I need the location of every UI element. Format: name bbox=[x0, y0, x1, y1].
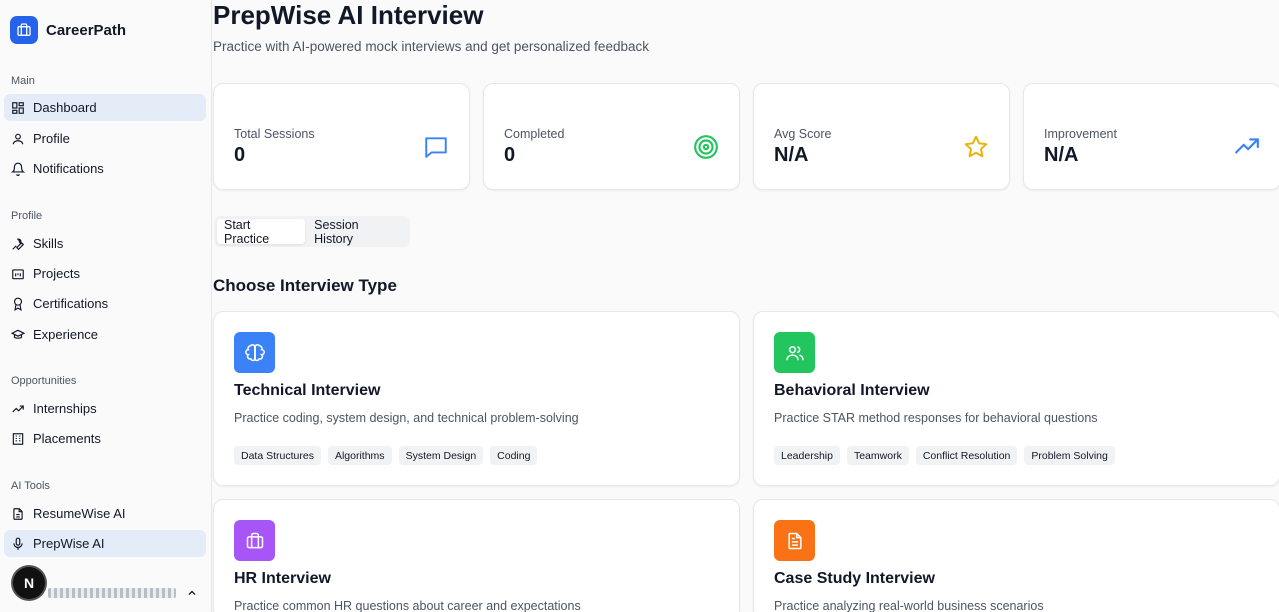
stat-value: N/A bbox=[774, 144, 809, 166]
bell-icon bbox=[11, 162, 25, 176]
stat-label: Avg Score bbox=[774, 127, 832, 141]
sidebar-item-projects[interactable]: Projects bbox=[4, 260, 206, 287]
interview-description: Practice coding, system design, and tech… bbox=[234, 411, 579, 425]
section-label-main: Main bbox=[11, 75, 35, 87]
tag-list: Data Structures Algorithms System Design… bbox=[234, 446, 538, 465]
sidebar-item-internships[interactable]: Internships bbox=[4, 395, 206, 422]
interview-card-technical[interactable]: Technical Interview Practice coding, sys… bbox=[213, 311, 740, 486]
brand-name: CareerPath bbox=[46, 21, 127, 39]
sidebar-item-label: Internships bbox=[33, 401, 97, 416]
sidebar-item-label: Notifications bbox=[33, 161, 104, 176]
sidebar-item-label: PrepWise AI bbox=[33, 536, 105, 551]
message-square-icon bbox=[425, 137, 447, 158]
tag: System Design bbox=[398, 446, 484, 465]
users-icon bbox=[774, 332, 815, 373]
sidebar-item-skills[interactable]: Skills bbox=[4, 230, 206, 257]
target-icon bbox=[694, 135, 718, 159]
sidebar-item-label: Experience bbox=[33, 327, 99, 342]
stat-value: 0 bbox=[234, 144, 246, 166]
sidebar-item-label: Dashboard bbox=[33, 100, 97, 115]
tag-list: Leadership Teamwork Conflict Resolution … bbox=[774, 446, 1115, 465]
trending-up-icon bbox=[1235, 138, 1259, 154]
tag: Data Structures bbox=[234, 446, 321, 465]
tag: Coding bbox=[490, 446, 538, 465]
wrench-icon bbox=[12, 238, 25, 250]
interview-description: Practice STAR method responses for behav… bbox=[774, 411, 1098, 425]
sidebar-item-prepwise-ai[interactable]: PrepWise AI bbox=[4, 530, 206, 557]
avatar[interactable]: N bbox=[13, 567, 45, 599]
interview-card-behavioral[interactable]: Behavioral Interview Practice STAR metho… bbox=[753, 311, 1279, 486]
sidebar-item-resumewise-ai[interactable]: ResumeWise AI bbox=[4, 500, 206, 527]
sidebar-item-label: Profile bbox=[33, 131, 70, 146]
user-icon bbox=[12, 133, 24, 144]
graduation-cap-icon bbox=[11, 329, 25, 339]
stat-card-improvement: Improvement N/A bbox=[1023, 83, 1279, 190]
interview-title: HR Interview bbox=[234, 570, 331, 587]
tag: Teamwork bbox=[846, 446, 909, 465]
stat-label: Improvement bbox=[1044, 127, 1117, 141]
sidebar-item-label: Projects bbox=[33, 266, 80, 281]
mic-icon bbox=[13, 537, 23, 550]
tag: Algorithms bbox=[327, 446, 392, 465]
interview-description: Practice common HR questions about caree… bbox=[234, 599, 581, 612]
star-icon bbox=[964, 135, 988, 158]
sidebar-item-placements[interactable]: Placements bbox=[4, 425, 206, 452]
interview-title: Case Study Interview bbox=[774, 570, 935, 587]
brain-icon bbox=[234, 332, 275, 373]
interview-card-hr[interactable]: HR Interview Practice common HR question… bbox=[213, 499, 740, 612]
tab-list: Start Practice Session History bbox=[214, 216, 410, 247]
stat-card-completed: Completed 0 bbox=[483, 83, 740, 190]
sidebar-item-experience[interactable]: Experience bbox=[4, 321, 206, 348]
brand[interactable]: CareerPath bbox=[10, 16, 126, 44]
stat-value: N/A bbox=[1044, 144, 1079, 166]
award-icon bbox=[13, 297, 23, 311]
file-text-icon bbox=[13, 507, 23, 520]
section-title: Choose Interview Type bbox=[213, 276, 397, 295]
sidebar-item-dashboard[interactable]: Dashboard bbox=[4, 94, 206, 121]
page-subtitle: Practice with AI-powered mock interviews… bbox=[213, 39, 649, 54]
page-title: PrepWise AI Interview bbox=[213, 0, 484, 30]
chevron-up-icon[interactable] bbox=[186, 587, 198, 599]
stat-label: Total Sessions bbox=[234, 127, 315, 141]
section-label-opportunities: Opportunities bbox=[11, 375, 77, 387]
stat-card-total-sessions: Total Sessions 0 bbox=[213, 83, 470, 190]
stat-value: 0 bbox=[504, 144, 516, 166]
stat-card-avg-score: Avg Score N/A bbox=[753, 83, 1010, 190]
tag: Conflict Resolution bbox=[915, 446, 1018, 465]
sidebar-item-label: ResumeWise AI bbox=[33, 506, 126, 521]
building-icon bbox=[12, 432, 24, 445]
sidebar-item-notifications[interactable]: Notifications bbox=[4, 155, 206, 182]
sidebar-item-label: Certifications bbox=[33, 296, 109, 311]
briefcase-icon bbox=[10, 16, 38, 44]
sidebar: CareerPath Main Dashboard Profile Notifi… bbox=[0, 0, 212, 612]
file-text-icon bbox=[774, 520, 815, 561]
sidebar-item-label: Placements bbox=[33, 431, 101, 446]
briefcase-icon bbox=[234, 520, 275, 561]
interview-description: Practice analyzing real-world business s… bbox=[774, 599, 1044, 612]
tab-start-practice[interactable]: Start Practice bbox=[217, 218, 306, 246]
stat-label: Completed bbox=[504, 127, 565, 141]
sidebar-item-label: Skills bbox=[33, 236, 64, 251]
tab-session-history[interactable]: Session History bbox=[307, 218, 407, 246]
trending-up-icon bbox=[12, 405, 24, 412]
section-label-ai-tools: AI Tools bbox=[11, 480, 50, 492]
folder-icon bbox=[12, 268, 24, 279]
sidebar-item-certifications[interactable]: Certifications bbox=[4, 290, 206, 317]
interview-card-case-study[interactable]: Case Study Interview Practice analyzing … bbox=[753, 499, 1279, 612]
user-menu-text bbox=[48, 588, 176, 598]
section-label-profile: Profile bbox=[11, 210, 43, 222]
sidebar-item-profile[interactable]: Profile bbox=[4, 125, 206, 152]
interview-title: Behavioral Interview bbox=[774, 382, 930, 399]
interview-title: Technical Interview bbox=[234, 382, 381, 399]
tag: Leadership bbox=[774, 446, 840, 465]
tag: Problem Solving bbox=[1024, 446, 1115, 465]
dashboard-icon bbox=[12, 101, 24, 114]
